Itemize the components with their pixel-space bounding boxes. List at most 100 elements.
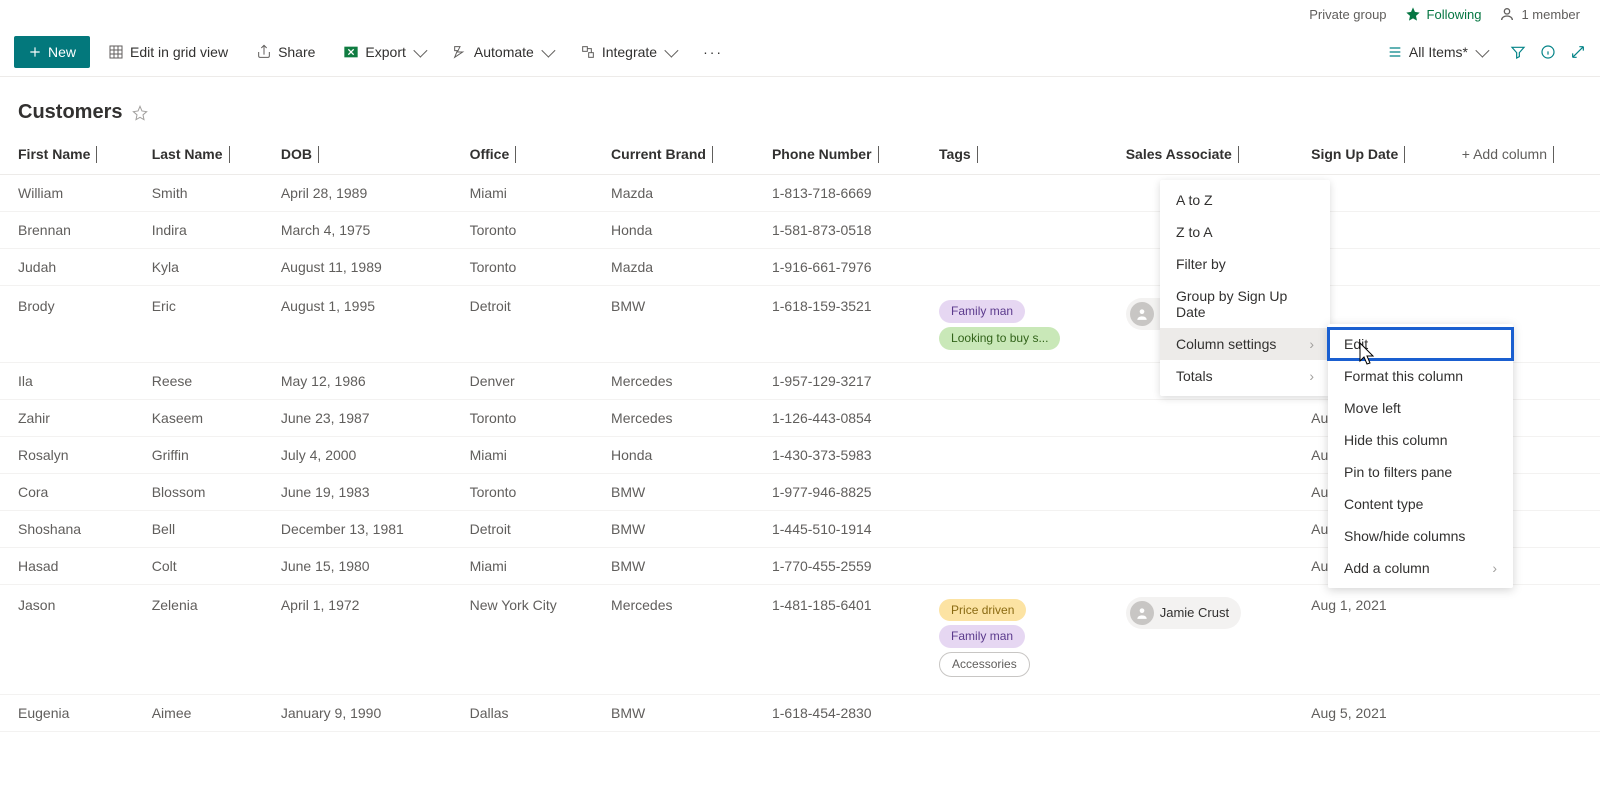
person-pill[interactable]: Jamie Crust [1126, 597, 1241, 629]
cell-phone: 1-430-373-5983 [762, 436, 929, 473]
column-menu-item[interactable]: A to Z [1160, 184, 1330, 216]
cell-dob: March 4, 1975 [271, 212, 460, 249]
menu-item-label: Filter by [1176, 256, 1226, 272]
column-header[interactable]: Sales Associate [1116, 134, 1301, 175]
expand-icon[interactable] [1570, 44, 1586, 60]
column-header-label: Last Name [152, 146, 223, 162]
cell-associate [1116, 473, 1301, 510]
chevron-down-icon [664, 44, 678, 58]
column-header[interactable]: Office [460, 134, 601, 175]
cell-office: Denver [460, 362, 601, 399]
column-header[interactable]: DOB [271, 134, 460, 175]
cell-first: Brody [0, 286, 142, 363]
export-button[interactable]: Export [333, 38, 433, 66]
cell-dob: August 11, 1989 [271, 249, 460, 286]
column-header[interactable]: Sign Up Date [1301, 134, 1452, 175]
cell-brand: Honda [601, 212, 762, 249]
chevron-down-icon [515, 146, 516, 163]
filter-icon[interactable] [1510, 44, 1526, 60]
table-row[interactable]: JasonZeleniaApril 1, 1972New York CityMe… [0, 584, 1600, 694]
automate-button[interactable]: Automate [442, 38, 562, 66]
chevron-down-icon [1553, 146, 1554, 163]
cell-phone: 1-618-159-3521 [762, 286, 929, 363]
cell-phone: 1-770-455-2559 [762, 547, 929, 584]
person-icon [1499, 6, 1515, 22]
column-header-label: Office [470, 146, 510, 162]
column-menu: A to ZZ to A Filter by Group by Sign Up Da… [1160, 180, 1330, 396]
submenu-item[interactable]: Hide this column [1328, 424, 1513, 456]
view-label: All Items* [1409, 44, 1468, 60]
column-menu-item[interactable]: Totals› [1160, 360, 1330, 392]
table-row[interactable]: EugeniaAimeeJanuary 9, 1990DallasBMW1-61… [0, 694, 1600, 731]
column-header-label: Sign Up Date [1311, 146, 1398, 162]
view-selector[interactable]: All Items* [1377, 38, 1496, 66]
chevron-down-icon [1475, 44, 1489, 58]
list-grid: First Name Last Name DOB Office Current Bran… [0, 134, 1600, 793]
cell-associate [1116, 547, 1301, 584]
cell-first: Judah [0, 249, 142, 286]
cell-brand: BMW [601, 473, 762, 510]
avatar [1130, 302, 1154, 326]
following-toggle[interactable]: Following [1405, 6, 1482, 22]
submenu-item[interactable]: Content type [1328, 488, 1513, 520]
integrate-button[interactable]: Integrate [570, 38, 685, 66]
submenu-item[interactable]: Edit [1328, 328, 1513, 360]
column-header[interactable]: Last Name [142, 134, 271, 175]
column-menu-item[interactable]: Group by Sign Up Date [1160, 280, 1330, 328]
column-menu-item[interactable]: Filter by [1160, 248, 1330, 280]
cell-dob: June 19, 1983 [271, 473, 460, 510]
cell-first: Jason [0, 584, 142, 694]
cell-office: Dallas [460, 694, 601, 731]
cell-associate [1116, 510, 1301, 547]
cell-brand: BMW [601, 694, 762, 731]
star-outline-icon[interactable] [132, 105, 148, 121]
table-row[interactable]: WilliamSmithApril 28, 1989MiamiMazda1-81… [0, 175, 1600, 212]
cell-last: Colt [142, 547, 271, 584]
column-header[interactable]: + Add column [1452, 134, 1600, 175]
cell-first: Hasad [0, 547, 142, 584]
edit-grid-button[interactable]: Edit in grid view [98, 38, 238, 66]
cell-phone: 1-126-443-0854 [762, 399, 929, 436]
cell-first: William [0, 175, 142, 212]
submenu-item[interactable]: Show/hide columns [1328, 520, 1513, 552]
column-header[interactable]: First Name [0, 134, 142, 175]
cell-empty [1452, 249, 1600, 286]
column-header[interactable]: Current Brand [601, 134, 762, 175]
share-button[interactable]: Share [246, 38, 325, 66]
cell-dob: April 28, 1989 [271, 175, 460, 212]
submenu-item[interactable]: Move left [1328, 392, 1513, 424]
column-header[interactable]: Phone Number [762, 134, 929, 175]
edit-grid-label: Edit in grid view [130, 44, 228, 60]
info-icon[interactable] [1540, 44, 1556, 60]
overflow-button[interactable]: ··· [693, 38, 733, 66]
star-icon [1405, 6, 1421, 22]
cell-dob: April 1, 1972 [271, 584, 460, 694]
new-button[interactable]: New [14, 36, 90, 68]
header-row: First Name Last Name DOB Office Current Bran… [0, 134, 1600, 175]
cell-signup: Aug 5, 2021 [1301, 694, 1452, 731]
cell-dob: August 1, 1995 [271, 286, 460, 363]
chevron-right-icon: › [1309, 336, 1314, 352]
new-label: New [48, 44, 76, 60]
submenu-item[interactable]: Pin to filters pane [1328, 456, 1513, 488]
cell-brand: BMW [601, 286, 762, 363]
submenu-item[interactable]: Format this column [1328, 360, 1513, 392]
column-header[interactable]: Tags [929, 134, 1116, 175]
column-menu-item[interactable]: Z to A [1160, 216, 1330, 248]
chevron-down-icon [318, 146, 319, 163]
table-row[interactable]: JudahKylaAugust 11, 1989TorontoMazda1-91… [0, 249, 1600, 286]
cell-phone: 1-581-873-0518 [762, 212, 929, 249]
page-title: Customers [18, 101, 122, 124]
tag-pill: Looking to buy s... [939, 327, 1060, 350]
private-group-label: Private group [1309, 7, 1386, 22]
cell-associate: Jamie Crust [1116, 584, 1301, 694]
column-menu-item[interactable]: Column settings› [1160, 328, 1330, 360]
cell-office: Miami [460, 436, 601, 473]
members-link[interactable]: 1 member [1499, 6, 1580, 22]
cell-last: Griffin [142, 436, 271, 473]
menu-item-label: Totals [1176, 368, 1213, 384]
cell-first: Shoshana [0, 510, 142, 547]
submenu-item[interactable]: Add a column› [1328, 552, 1513, 584]
table-row[interactable]: BrennanIndiraMarch 4, 1975TorontoHonda1-… [0, 212, 1600, 249]
cell-office: Miami [460, 547, 601, 584]
